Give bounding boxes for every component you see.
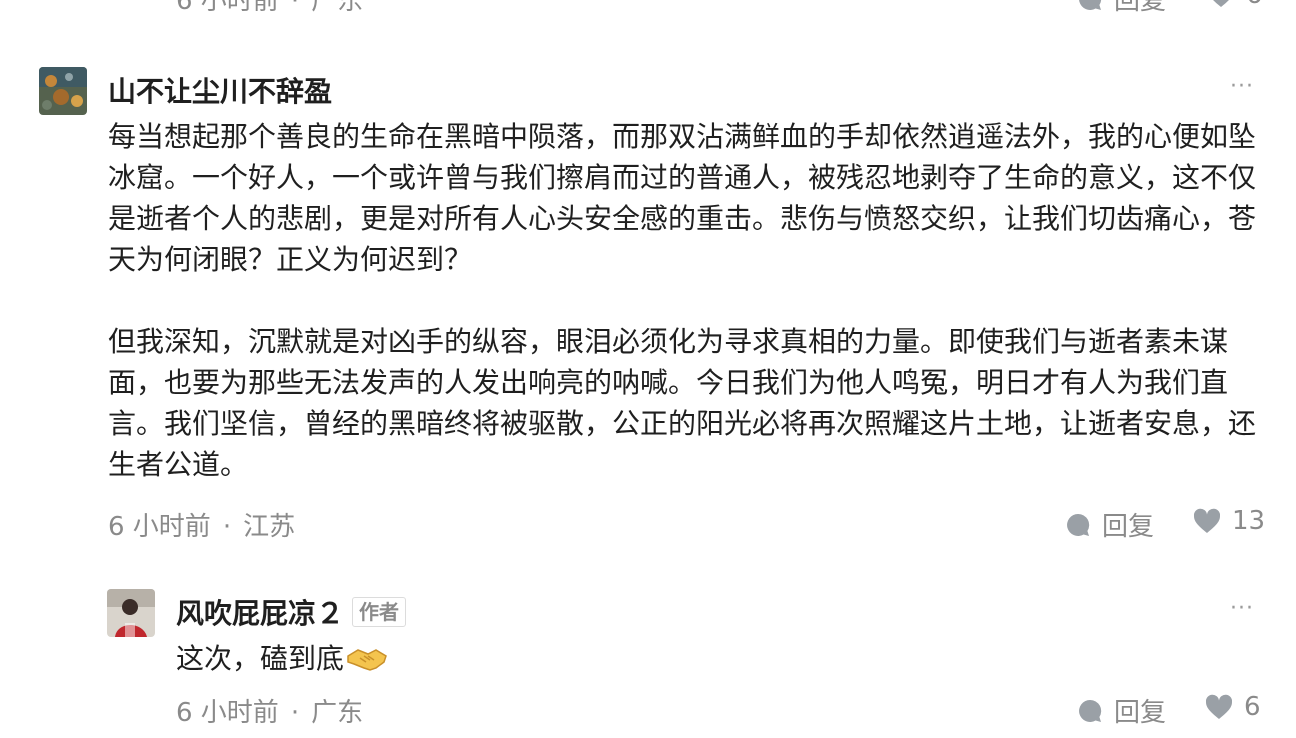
comment-time: 6 小时前 — [108, 512, 211, 542]
reply-more-options-button[interactable]: ··· — [1230, 596, 1254, 621]
reply-reply-button[interactable]: 回复 — [1076, 692, 1166, 729]
prev-comment-time: 6 小时前 — [176, 0, 279, 16]
prev-comment-location: 广东 — [311, 0, 364, 16]
handshake-icon — [347, 648, 387, 671]
avatar-image — [39, 67, 87, 115]
comment-meta: 6 小时前 · 江苏 — [108, 506, 295, 543]
reply-username-text[interactable]: 风吹屁屁凉２ — [176, 592, 344, 632]
comment-body: 每当想起那个善良的生命在黑暗中陨落，而那双沾满鲜血的手却依然逍遥法外，我的心便如… — [108, 116, 1258, 485]
comment-reply-label: 回复 — [1102, 512, 1155, 542]
reply-reply-label: 回复 — [1114, 698, 1167, 728]
more-options-button[interactable]: ··· — [1230, 74, 1254, 99]
comment-paragraph: 每当想起那个善良的生命在黑暗中陨落，而那双沾满鲜血的手却依然逍遥法外，我的心便如… — [108, 120, 1257, 276]
heart-icon — [1205, 694, 1233, 719]
comment-username[interactable]: 山不让尘川不辞盈 — [108, 70, 332, 110]
comment-bubble-icon — [1079, 699, 1102, 722]
heart-icon — [1213, 0, 1229, 7]
comment-location: 江苏 — [243, 512, 296, 542]
reply-like-button[interactable]: 6 — [1204, 692, 1261, 722]
comment-reply-button[interactable]: 回复 — [1064, 506, 1154, 543]
prev-comment-like-count: 6 — [1246, 0, 1263, 10]
reply-meta: 6 小时前 · 广东 — [176, 692, 363, 729]
prev-comment-reply-label: 回复 — [1114, 0, 1167, 16]
comment-like-button[interactable]: 13 — [1192, 506, 1265, 536]
reply-location: 广东 — [311, 698, 364, 728]
comment-paragraph: 但我深知，沉默就是对凶手的纵容，眼泪必须化为寻求真相的力量。即使我们与逝者素未谋… — [108, 325, 1257, 481]
reply-username: 风吹屁屁凉２ 作者 — [176, 592, 407, 632]
avatar[interactable] — [39, 67, 87, 115]
reply-time: 6 小时前 — [176, 698, 279, 728]
reply-like-count: 6 — [1244, 692, 1261, 722]
heart-icon — [1193, 508, 1221, 533]
avatar-image — [107, 589, 155, 637]
meta-separator: · — [222, 512, 232, 542]
comment-bubble-icon — [1079, 0, 1102, 10]
comment-like-count: 13 — [1232, 506, 1266, 536]
author-badge: 作者 — [352, 597, 407, 627]
comment-bubble-icon — [1067, 513, 1090, 536]
reply-body: 这次，磕到底 — [176, 638, 776, 679]
prev-comment-like-button[interactable]: 6 — [1206, 0, 1263, 10]
meta-separator: · — [290, 698, 300, 728]
meta-separator: · — [290, 0, 300, 16]
prev-comment-reply-button[interactable]: 回复 — [1076, 0, 1166, 17]
reply-avatar[interactable] — [107, 589, 155, 637]
prev-comment-meta: 6 小时前 · 广东 — [176, 0, 363, 17]
reply-text: 这次，磕到底 — [176, 642, 345, 675]
